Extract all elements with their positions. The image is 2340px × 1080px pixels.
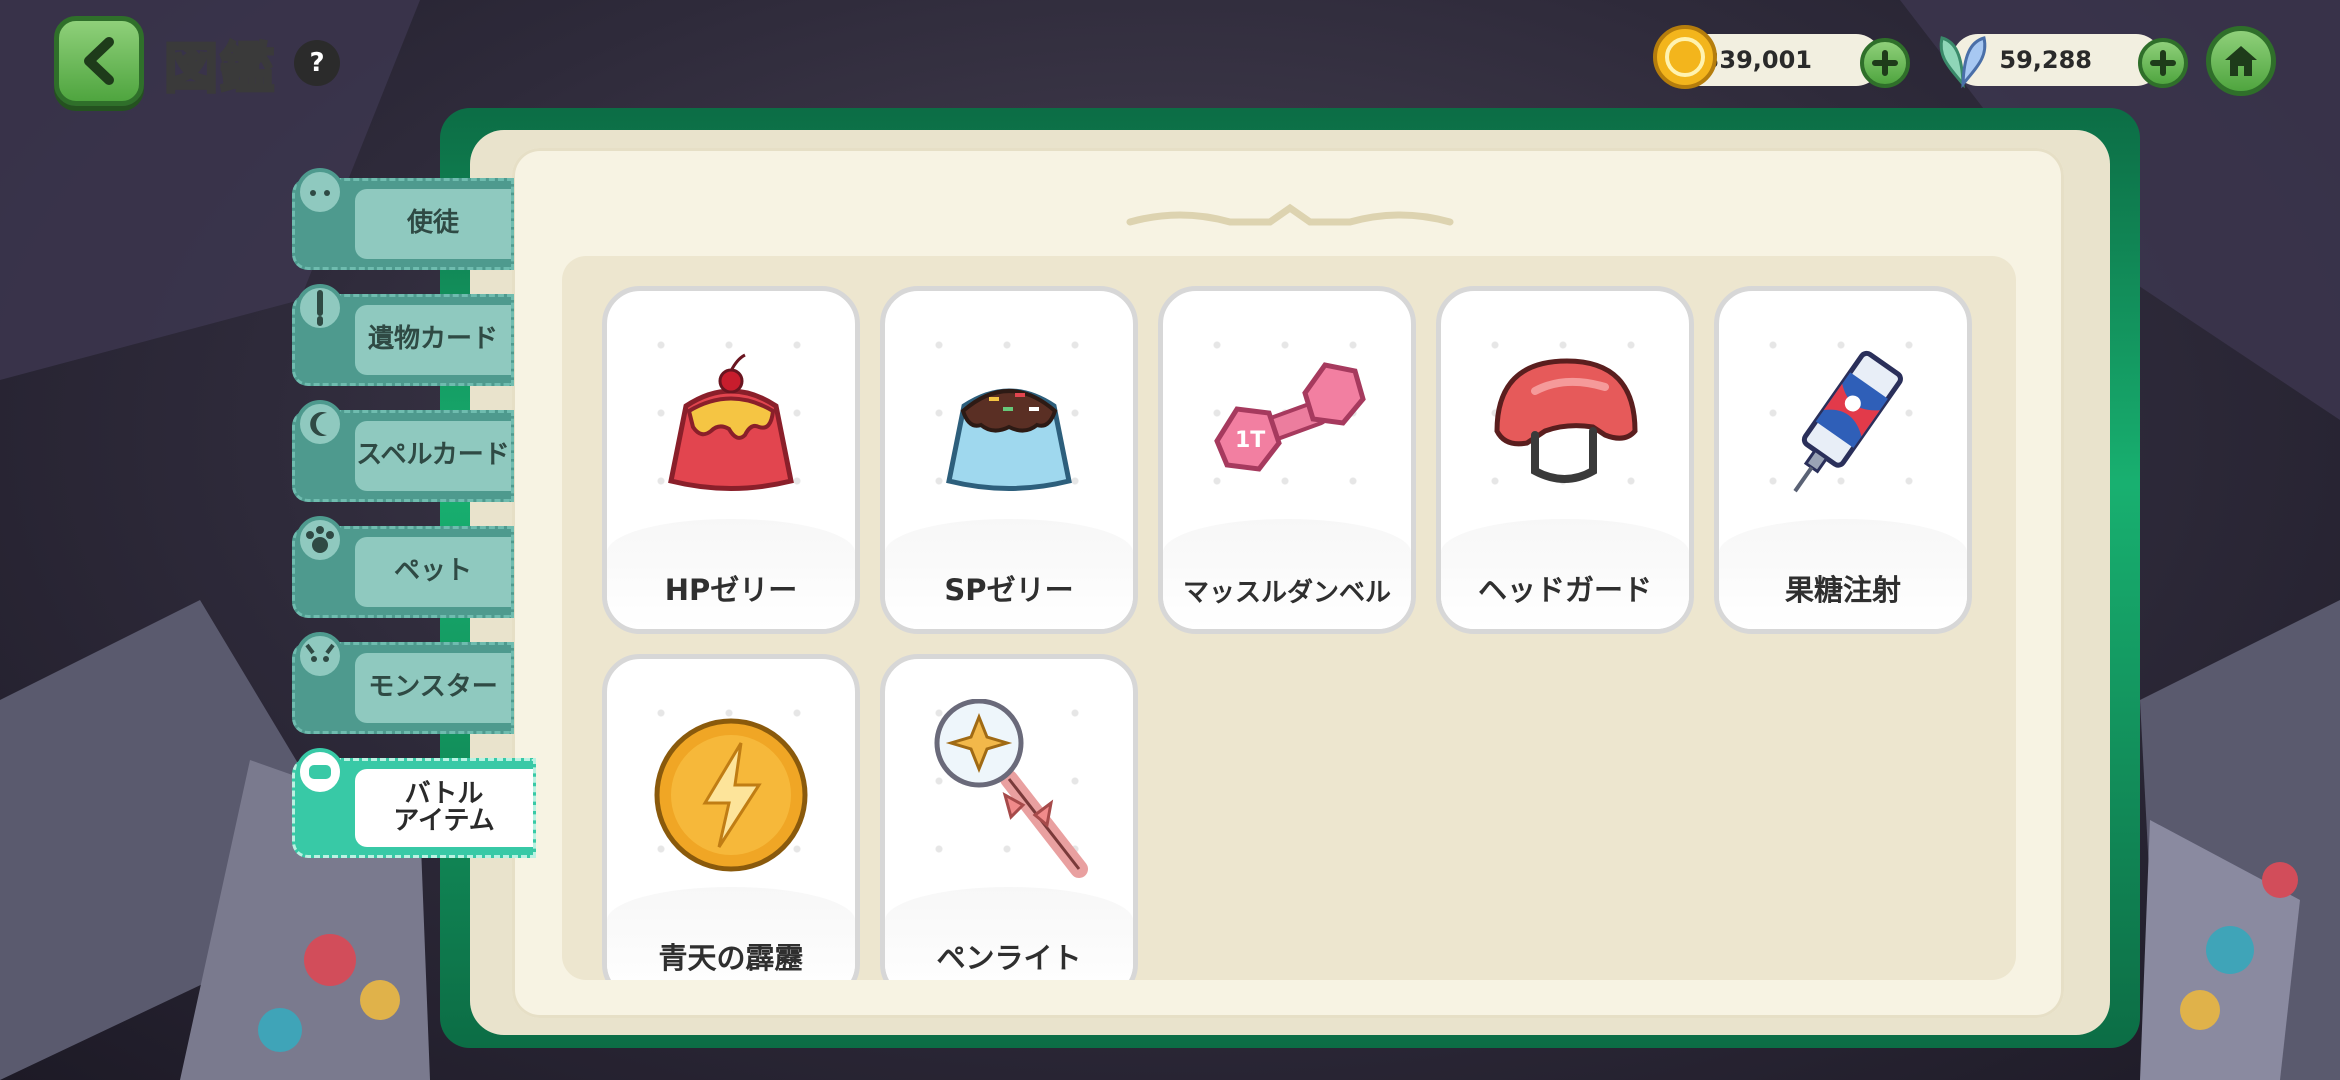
svg-text:1T: 1T [1235, 428, 1265, 453]
tab-pet[interactable]: ペット [292, 516, 514, 618]
tab-label: 遺物カード [355, 305, 511, 375]
item-name: HPゼリー [664, 573, 798, 607]
item-name: マッスルダンベル [1182, 578, 1391, 608]
tab-monster[interactable]: モンスター [292, 632, 514, 734]
chevron-left-icon [84, 37, 114, 85]
page-title: 図鑑 [163, 36, 276, 102]
relic-icon [296, 284, 344, 332]
blue-jelly-icon [946, 388, 1072, 491]
coin-icon [1653, 25, 1717, 89]
paw-icon [296, 516, 344, 564]
help-button[interactable]: ? [294, 40, 340, 86]
lightning-coin-icon [654, 718, 808, 872]
monster-icon [296, 632, 344, 680]
tab-label: バトル アイテム [355, 769, 533, 847]
helmet-icon [1494, 358, 1638, 483]
crest-ornament-icon [1126, 203, 1454, 226]
back-button[interactable] [54, 16, 144, 106]
item-card-head-guard[interactable]: ヘッドガード [1436, 286, 1694, 634]
item-name: 果糖注射 [1784, 573, 1901, 607]
battle-item-icon [296, 748, 344, 796]
red-jelly-icon [668, 353, 794, 491]
tab-label: モンスター [355, 653, 511, 723]
add-coins-button[interactable] [1860, 38, 1910, 88]
item-card-sp-jelly[interactable]: SPゼリー [880, 286, 1138, 634]
plus-icon [2150, 50, 2176, 76]
item-name: SPゼリー [944, 573, 1074, 607]
home-icon [2225, 46, 2257, 76]
item-grid: HPゼリー SPゼリー 1T マッスルダンベル ヘッドガード 果糖注射 青天の霹… [562, 256, 2016, 980]
tab-label: スペルカード [355, 421, 511, 491]
tab-label: ペット [355, 537, 511, 607]
item-name: ペンライト [936, 941, 1082, 975]
help-icon: ? [309, 48, 325, 78]
spell-icon [296, 400, 344, 448]
gem-amount: 59,288 [1999, 46, 2092, 74]
item-card-muscle-dumbbell[interactable]: 1T マッスルダンベル [1158, 286, 1416, 634]
tab-apostle[interactable]: 使徒 [292, 168, 514, 270]
add-gems-button[interactable] [2138, 38, 2188, 88]
leaf-gem-icon [1939, 36, 1987, 89]
item-card-penlight[interactable]: ペンライト [880, 654, 1138, 980]
dumbbell-icon: 1T [1214, 362, 1366, 472]
item-card-fructose-injection[interactable]: 果糖注射 [1714, 286, 1972, 634]
item-card-bolt-from-blue[interactable]: 青天の霹靂 [602, 654, 860, 980]
item-card-hp-jelly[interactable]: HPゼリー [602, 286, 860, 634]
apostle-icon [296, 168, 344, 216]
item-name: ヘッドガード [1477, 573, 1652, 607]
tab-label: 使徒 [355, 189, 511, 259]
home-button[interactable] [2206, 26, 2276, 96]
item-name: 青天の霹靂 [658, 941, 804, 975]
tab-spell-card[interactable]: スペルカード [292, 400, 514, 502]
tab-relic-card[interactable]: 遺物カード [292, 284, 514, 386]
syringe-icon [1793, 350, 1903, 493]
penlight-icon [934, 699, 1088, 878]
plus-icon [1872, 50, 1898, 76]
tab-battle-item[interactable]: バトル アイテム [292, 748, 536, 858]
